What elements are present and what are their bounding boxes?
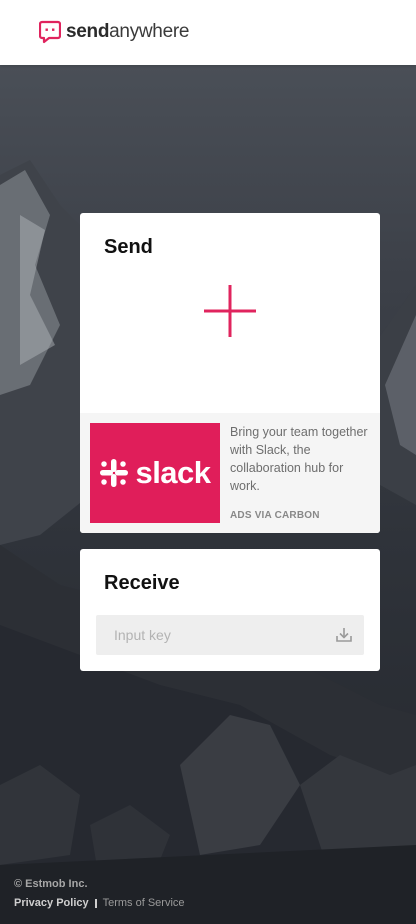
footer-links: Privacy Policy Terms of Service bbox=[14, 897, 185, 909]
send-title: Send bbox=[104, 236, 153, 258]
ads-via-carbon-link[interactable]: ADS VIA CARBON bbox=[230, 510, 320, 521]
logo-text-bold: send bbox=[66, 21, 110, 42]
footer-divider bbox=[94, 898, 97, 908]
plus-icon bbox=[204, 285, 256, 337]
logo-wordmark: sendanywhere bbox=[66, 21, 189, 43]
receive-download-button[interactable] bbox=[334, 625, 354, 645]
ad-image-brand-text: slack bbox=[135, 455, 211, 490]
footer: © Estmob Inc. Privacy Policy Terms of Se… bbox=[14, 878, 185, 909]
send-card: Send slack Bring your team together with… bbox=[80, 213, 380, 533]
ad-text[interactable]: Bring your team together with Slack, the… bbox=[230, 423, 370, 495]
send-anywhere-logo-icon bbox=[38, 20, 62, 44]
header: sendanywhere bbox=[0, 0, 416, 65]
logo-text-light: anywhere bbox=[109, 21, 190, 42]
ad-image-slack[interactable]: slack bbox=[90, 423, 220, 523]
key-input-container bbox=[96, 615, 364, 655]
ad-banner: slack Bring your team together with Slac… bbox=[80, 413, 380, 533]
add-files-button[interactable] bbox=[200, 281, 260, 341]
terms-of-service-link[interactable]: Terms of Service bbox=[103, 897, 185, 909]
logo[interactable]: sendanywhere bbox=[38, 20, 189, 44]
privacy-policy-link[interactable]: Privacy Policy bbox=[14, 897, 89, 909]
key-input[interactable] bbox=[96, 615, 326, 655]
download-icon bbox=[336, 628, 352, 642]
copyright-text: © Estmob Inc. bbox=[14, 878, 88, 890]
receive-title: Receive bbox=[104, 572, 180, 594]
slack-logo-icon bbox=[100, 459, 129, 487]
receive-card: Receive bbox=[80, 549, 380, 671]
